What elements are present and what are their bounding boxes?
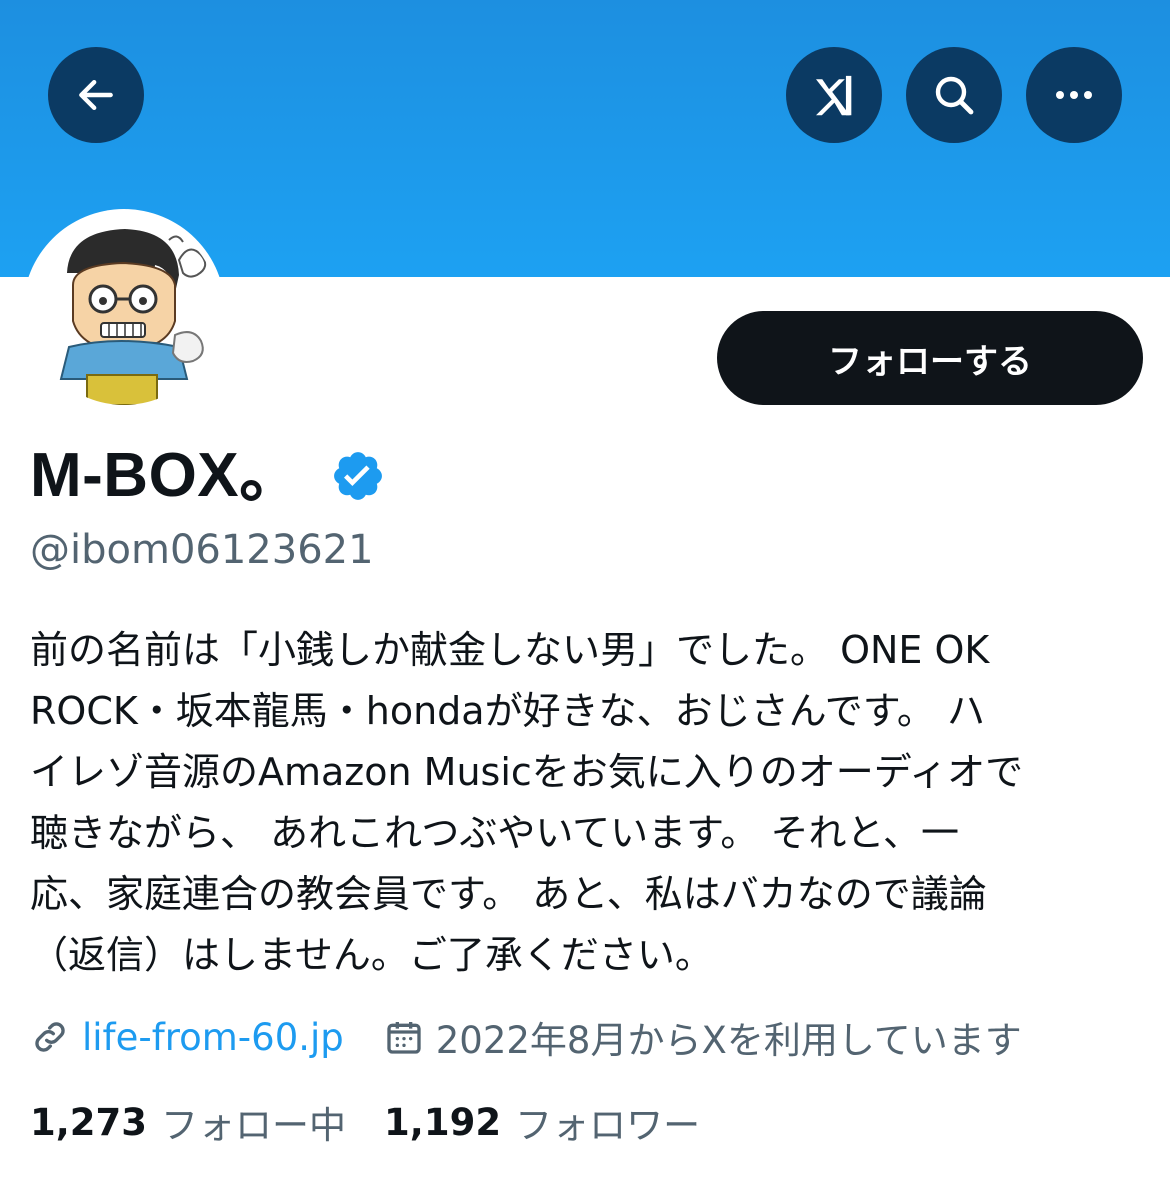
followers-count[interactable]: 1,192 [384, 1101, 501, 1144]
followers-label[interactable]: フォロワー [515, 1095, 700, 1149]
profile-meta: life-from-60.jp 2022年8月からXを利用しています [30, 1012, 1022, 1062]
following-count[interactable]: 1,273 [30, 1101, 147, 1144]
bio-line: 聴きながら、 あれこれつぶやいています。 それと、一 [30, 811, 959, 855]
profile-bio: 前の名前は「小銭しか献金しない男」でした。 ONE OK ROCK・坂本龍馬・h… [30, 620, 1145, 986]
verified-badge-icon [334, 452, 382, 500]
bio-line: ROCK・坂本龍馬・hondaが好きな、おじさんです。 ハ [30, 689, 985, 733]
calendar-icon [384, 1017, 424, 1057]
search-button[interactable] [906, 47, 1002, 143]
display-name: M-BOX。 [30, 441, 302, 510]
bio-line: イレゾ音源のAmazon Musicをお気に入りのオーディオで [30, 750, 1024, 794]
profile-stats: 1,273 フォロー中 1,192 フォロワー [30, 1096, 738, 1148]
search-icon [935, 76, 974, 115]
avatar-image [29, 215, 219, 405]
more-dots-icon [1056, 91, 1092, 99]
following-label[interactable]: フォロー中 [161, 1095, 346, 1149]
link-icon [30, 1017, 70, 1057]
arrow-left-icon [79, 79, 113, 111]
bio-line: 前の名前は「小銭しか献金しない男」でした。 ONE OK [30, 628, 990, 672]
website-link[interactable]: life-from-60.jp [82, 1016, 344, 1059]
profile-handle: @ibom06123621 [30, 527, 374, 573]
bio-line: （返信）はしません。ご了承ください。 [30, 933, 713, 977]
more-button[interactable] [1026, 47, 1122, 143]
follow-button[interactable]: フォローする [717, 311, 1143, 405]
bio-line: 応、家庭連合の教会員です。 あと、私はバカなので議論 [30, 872, 987, 916]
grok-icon [816, 75, 852, 116]
avatar[interactable] [23, 209, 225, 411]
joined-date: 2022年8月からXを利用しています [435, 1019, 1022, 1062]
back-button[interactable] [48, 47, 144, 143]
grok-button[interactable] [786, 47, 882, 143]
